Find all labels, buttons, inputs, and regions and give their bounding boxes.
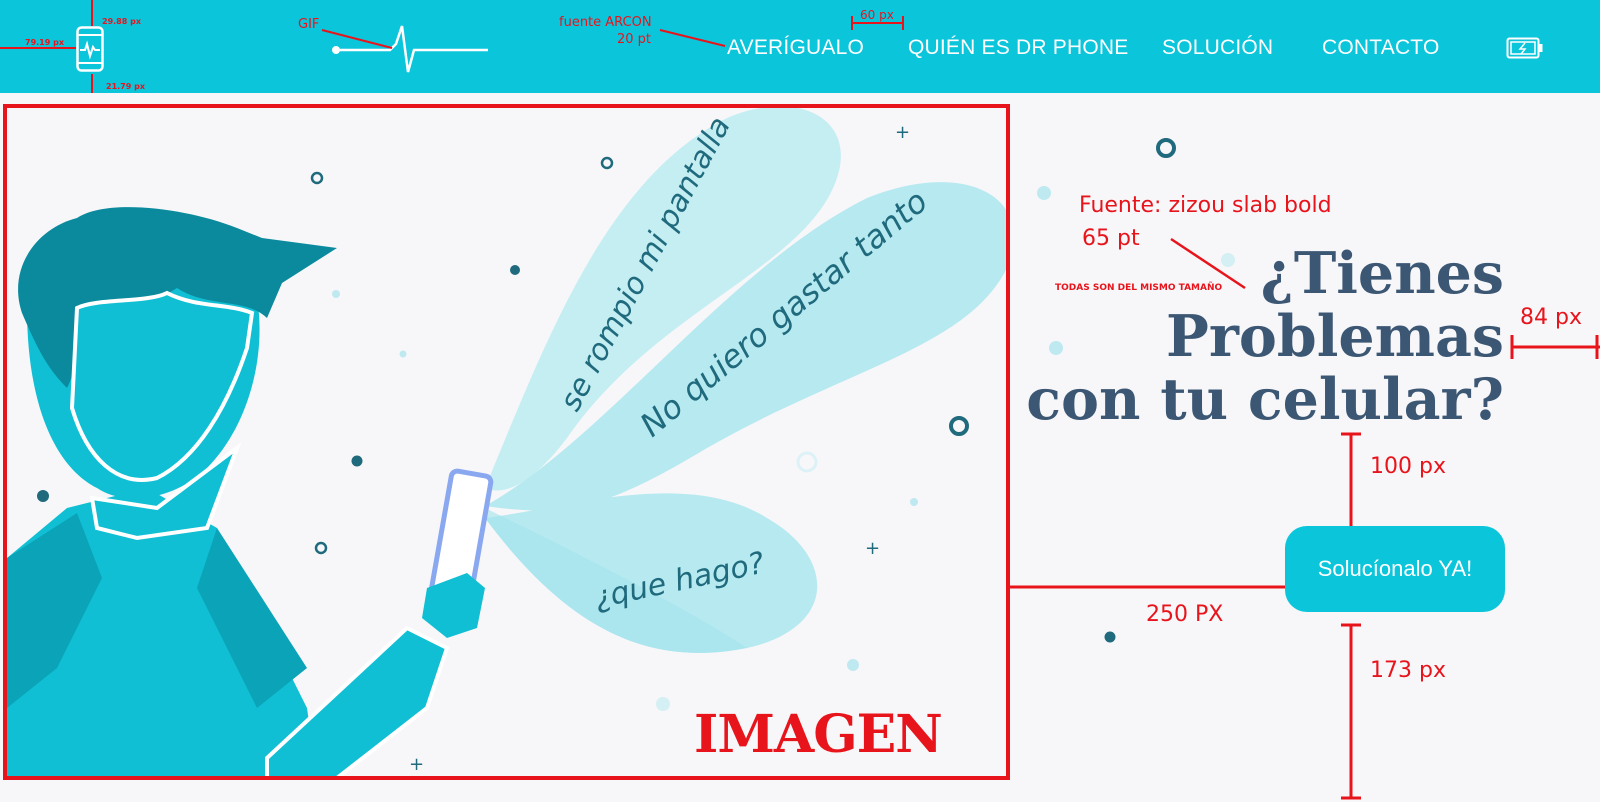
- annotation-nav-size: 20 pt: [617, 32, 652, 47]
- svg-text:+: +: [865, 538, 880, 559]
- annotation-logo-height: 29.88 px: [102, 17, 141, 26]
- annotation-logo-bottom: 21.79 px: [106, 82, 145, 91]
- svg-text:+: +: [409, 754, 424, 775]
- headline-line-1: ¿Tienes: [1260, 240, 1504, 307]
- annotation-gap-below-button: 173 px: [1370, 658, 1446, 683]
- person-with-phone-illustration: + + + se rompio mi pantalla No quiero ga…: [7, 108, 1006, 776]
- annotation-right-margin: 84 px: [1520, 305, 1582, 330]
- image-placeholder-label: IMAGEN: [694, 704, 943, 765]
- svg-text:+: +: [895, 122, 910, 143]
- solucionalo-ya-button[interactable]: Solucíonalo YA!: [1285, 526, 1505, 612]
- headline-line-3: con tu celular?: [1026, 366, 1504, 433]
- annotation-gap-above-button: 100 px: [1370, 454, 1446, 479]
- headline-line-2: Problemas: [1165, 303, 1504, 370]
- hero-headline: ¿Tienes Problemas con tu celular?: [944, 242, 1504, 431]
- annotation-logo-width: 79.19 px: [25, 38, 64, 47]
- annotation-nav-font: fuente ARCON: [559, 15, 652, 30]
- annotation-gap-left-button: 250 PX: [1146, 602, 1224, 627]
- hero-image-placeholder: + + + se rompio mi pantalla No quiero ga…: [3, 104, 1010, 780]
- annotation-nav-gap: 60 px: [860, 8, 894, 22]
- annotation-gif: GIF: [298, 17, 320, 32]
- annotation-headline-font: Fuente: zizou slab bold: [1079, 193, 1332, 218]
